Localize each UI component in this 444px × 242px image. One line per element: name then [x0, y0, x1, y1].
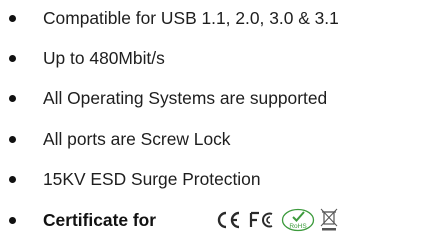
feature-item: 15KV ESD Surge Protection	[0, 162, 444, 196]
fcc-mark-icon	[249, 211, 273, 228]
feature-item: Up to 480Mbit/s	[0, 41, 444, 75]
feature-item: All ports are Screw Lock	[0, 122, 444, 156]
certificate-item: Certificate for RoHS	[0, 203, 444, 237]
feature-text: Up to 480Mbit/s	[43, 48, 165, 68]
bullet-icon	[9, 94, 16, 102]
bullet-icon	[9, 14, 16, 22]
rohs-text: RoHS	[289, 223, 307, 230]
ce-mark-icon	[217, 211, 240, 229]
feature-text: Compatible for USB 1.1, 2.0, 3.0 & 3.1	[43, 8, 339, 28]
bullet-icon	[9, 175, 16, 183]
page: { "features": [ "Compatible for USB 1.1,…	[0, 0, 444, 242]
bullet-icon	[9, 216, 16, 224]
weee-bin-icon	[320, 208, 338, 231]
feature-item: All Operating Systems are supported	[0, 81, 444, 115]
bullet-icon	[9, 54, 16, 62]
feature-text: All ports are Screw Lock	[43, 129, 231, 149]
bullet-icon	[9, 135, 16, 143]
feature-text: 15KV ESD Surge Protection	[43, 169, 261, 189]
feature-text: All Operating Systems are supported	[43, 88, 328, 108]
rohs-mark-icon: RoHS	[281, 208, 315, 232]
certificate-logos: RoHS	[215, 207, 340, 233]
feature-item: Compatible for USB 1.1, 2.0, 3.0 & 3.1	[0, 1, 444, 35]
certificate-label: Certificate for	[43, 210, 157, 230]
